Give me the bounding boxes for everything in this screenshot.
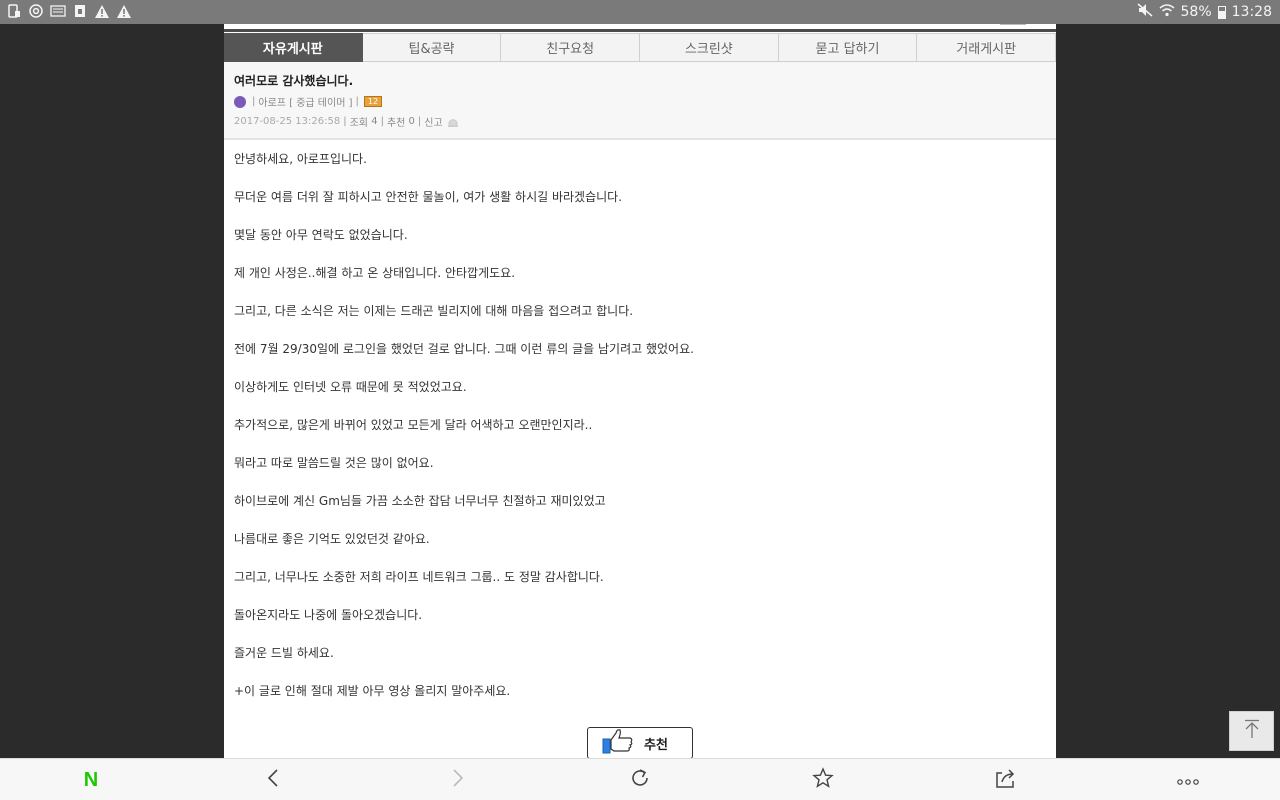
- mute-icon: [1137, 3, 1153, 21]
- paragraph: 즐거운 드빌 하세요.: [234, 646, 334, 660]
- status-bar: 58% 13:28: [0, 0, 1280, 24]
- paragraph: 그리고, 너무나도 소중한 저희 라이프 네트워크 그룹.. 도 정말 감사합니…: [234, 570, 604, 584]
- paragraph: 안녕하세요, 아로프입니다.: [234, 152, 367, 166]
- clock: 13:28: [1231, 4, 1272, 20]
- post-meta: 2017-08-25 13:26:58 | 조회 4 | 추천 0 | 신고: [234, 114, 1046, 129]
- star-icon: [812, 767, 834, 793]
- tab-tips[interactable]: 팁&공략: [362, 33, 502, 62]
- screenshot-icon: [6, 3, 22, 19]
- post-title: 여러모로 감사했습니다.: [234, 74, 354, 88]
- news-icon: [50, 3, 66, 19]
- paragraph: 추가적으로, 많은게 바뀌어 있었고 모든게 달라 어색하고 오랜만인지라..: [234, 418, 593, 432]
- refresh-icon: [629, 767, 651, 793]
- notification-icons: [6, 3, 132, 19]
- recommend-label: 추천: [386, 118, 406, 129]
- back-button[interactable]: [253, 759, 293, 800]
- forward-button[interactable]: [438, 759, 478, 800]
- post-author-line: | 아로프 [ 중급 테이머 ] | 12: [234, 94, 1046, 109]
- paragraph: 뭐라고 따로 말씀드릴 것은 많이 없어요.: [234, 456, 434, 470]
- tab-screenshots[interactable]: 스크린샷: [640, 33, 779, 62]
- scroll-to-top-button[interactable]: [1229, 711, 1274, 751]
- recommend-count: 0: [408, 116, 415, 127]
- paragraph: 그리고, 다른 소식은 저는 이제는 드래곤 빌리지에 대해 마음을 접으려고 …: [234, 304, 634, 318]
- author-name[interactable]: 아로프 [ 중급 테이머 ]: [258, 94, 352, 109]
- views-count: 4: [371, 116, 378, 127]
- avatar[interactable]: [234, 95, 246, 108]
- chevron-right-icon: [452, 768, 464, 792]
- recommend-button[interactable]: 추천: [587, 727, 693, 758]
- paragraph: 전에 7월 29/30일에 로그인을 했었던 걸로 압니다. 그때 이런 류의 …: [234, 342, 694, 356]
- tab-qna[interactable]: 묻고 답하기: [778, 33, 918, 62]
- tab-trade-board[interactable]: 거래게시판: [917, 33, 1056, 62]
- recommend-button-label: 추천: [644, 737, 668, 753]
- share-icon: [994, 767, 1018, 793]
- paragraph: 이상하게도 인터넷 오류 때문에 못 적었었고요.: [234, 380, 467, 394]
- refresh-button[interactable]: [620, 759, 660, 800]
- siren-icon[interactable]: [447, 117, 459, 127]
- wifi-icon: [1159, 3, 1175, 21]
- warning-icon: [94, 3, 110, 19]
- post-body: 안녕하세요, 아로프입니다. 무더운 여름 더위 잘 피하시고 안전한 물놀이,…: [224, 140, 1056, 722]
- paragraph: 몇달 동안 아무 연락도 없었습니다.: [234, 228, 408, 242]
- more-dots-icon: [1176, 771, 1200, 790]
- chevron-left-icon: [267, 768, 279, 792]
- paragraph: 돌아온지라도 나중에 돌아오겠습니다.: [234, 608, 423, 622]
- paragraph: 나름대로 좋은 기억도 있었던것 같아요.: [234, 532, 430, 546]
- battery-percent: 58%: [1180, 4, 1212, 20]
- system-indicators: 58% 13:28: [1137, 0, 1272, 24]
- naver-home-button[interactable]: N: [71, 759, 111, 800]
- post-header: 여러모로 감사했습니다. | 아로프 [ 중급 테이머 ] | 12 2017-…: [224, 62, 1056, 140]
- more-menu-button[interactable]: [1168, 759, 1208, 800]
- paragraph: +이 글로 인해 절대 제발 아무 영상 올리지 말아주세요.: [234, 684, 511, 698]
- lock-file-icon: [72, 3, 88, 19]
- views-label: 조회: [349, 118, 368, 129]
- web-page: 자유게시판 팁&공략 친구요청 스크린샷 묻고 답하기 거래게시판 여러모로 감…: [224, 24, 1056, 758]
- thumbs-up-icon: [602, 728, 634, 758]
- top-divider: [224, 24, 1056, 32]
- arrow-up-icon: [1243, 719, 1261, 743]
- paragraph: 무더운 여름 더위 잘 피하시고 안전한 물놀이, 여가 생활 하시길 바라겠습…: [234, 190, 623, 204]
- tab-friend-request[interactable]: 친구요청: [501, 33, 641, 62]
- share-button[interactable]: [986, 759, 1026, 800]
- at-sign-icon: [28, 3, 44, 19]
- bookmark-button[interactable]: [803, 759, 843, 800]
- board-tabs: 자유게시판 팁&공략 친구요청 스크린샷 묻고 답하기 거래게시판: [224, 33, 1056, 62]
- level-badge: 12: [363, 96, 383, 107]
- tab-free-board[interactable]: 자유게시판: [224, 33, 363, 62]
- report-link[interactable]: 신고: [424, 114, 442, 129]
- post-date: 2017-08-25 13:26:58: [234, 116, 341, 127]
- naver-logo: N: [83, 768, 99, 791]
- warning-icon: [116, 3, 132, 19]
- browser-bottom-bar: N: [0, 758, 1280, 800]
- paragraph: 하이브로에 계신 Gm님들 가끔 소소한 잡담 너무너무 친절하고 재미있었고: [234, 494, 606, 508]
- paragraph: 제 개인 사정은..해결 하고 온 상태입니다. 안타깝게도요.: [234, 266, 516, 280]
- battery-icon: [1217, 5, 1226, 19]
